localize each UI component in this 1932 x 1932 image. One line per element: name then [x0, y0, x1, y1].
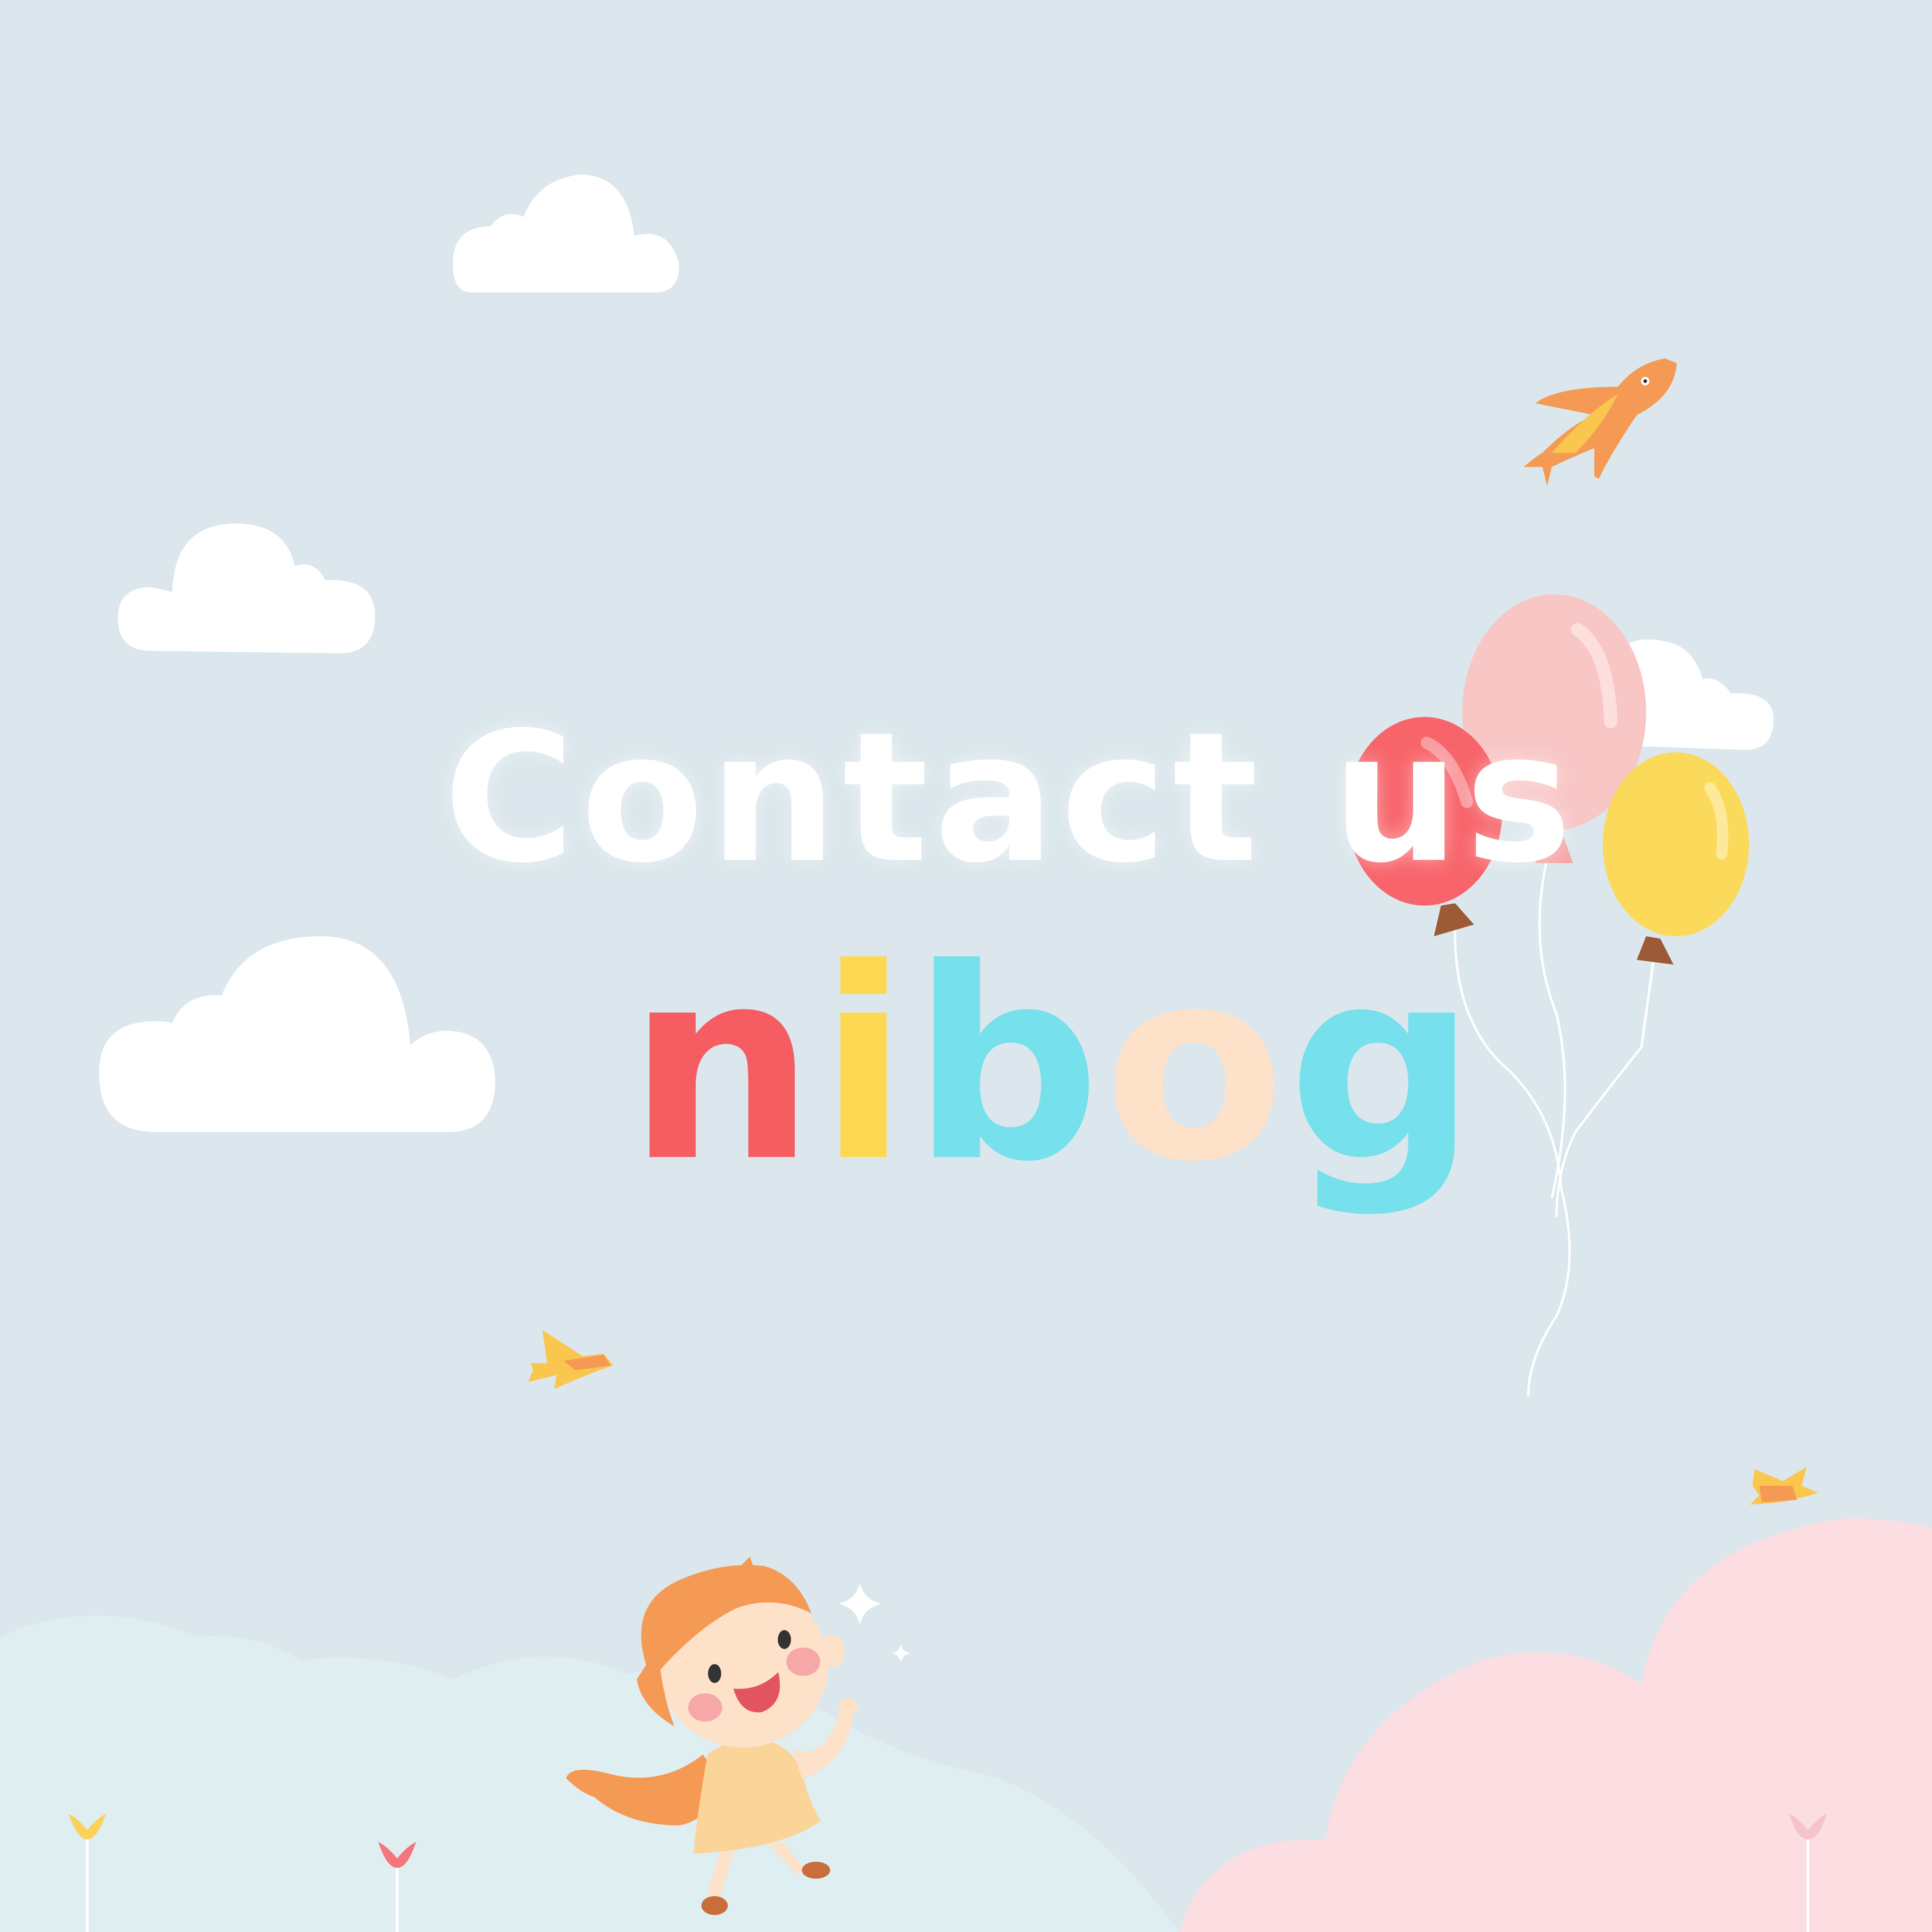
bottom-hills [0, 1518, 1932, 1932]
logo-letter-b: b [911, 912, 1104, 1220]
logo-letter-g: g [1288, 912, 1480, 1220]
logo-letter-i: i [818, 912, 912, 1220]
brand-logo: nibog [627, 934, 1480, 1198]
logo-letter-n: n [627, 912, 818, 1220]
cloud-icon [99, 936, 495, 1132]
bird-icon [1524, 358, 1677, 486]
page-title: Contact us [443, 693, 1578, 902]
balloon-strings [1454, 858, 1655, 1397]
logo-letter-o: o [1103, 912, 1288, 1220]
bird-icon [1750, 1467, 1818, 1505]
cloud-icon [453, 175, 679, 292]
sparkle-icon [839, 1582, 881, 1625]
sparkle-icon [891, 1644, 910, 1663]
cloud-icon [118, 524, 375, 653]
balloon-icon [1603, 752, 1749, 965]
bird-icon [528, 1330, 613, 1389]
